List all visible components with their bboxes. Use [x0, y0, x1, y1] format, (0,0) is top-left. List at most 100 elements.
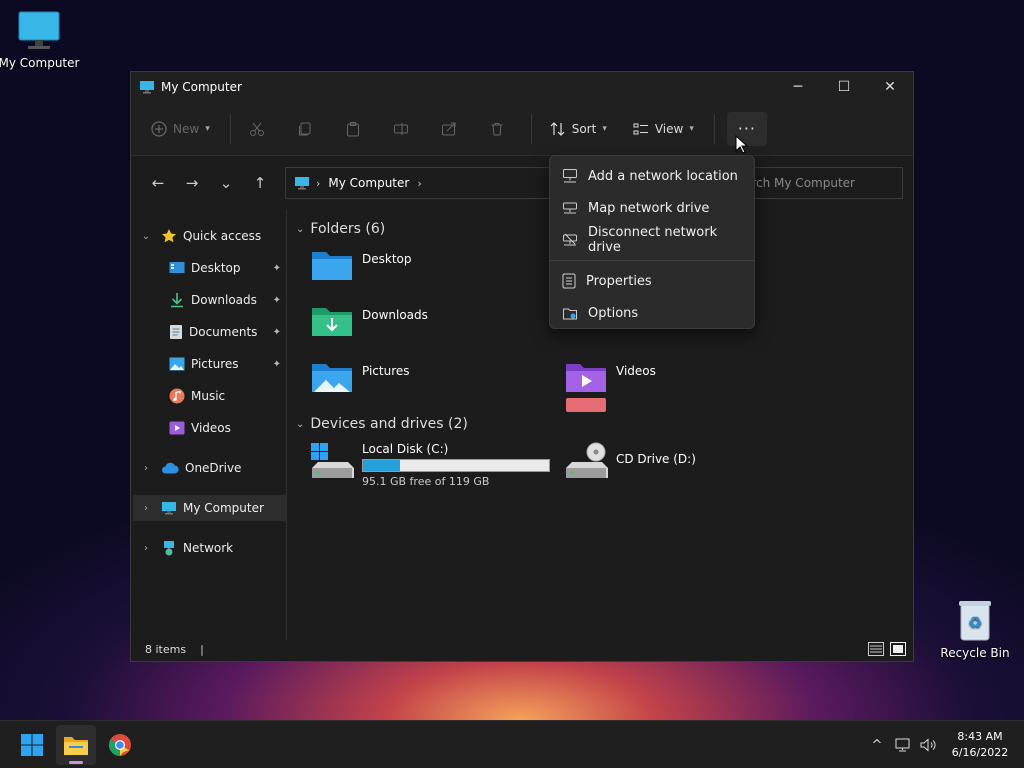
clock-date: 6/16/2022: [951, 746, 1009, 759]
chevron-down-icon[interactable]: ⌄: [296, 419, 304, 430]
sidebar-item-network[interactable]: › Network: [133, 535, 287, 561]
volume-icon[interactable]: [916, 738, 942, 752]
back-button[interactable]: ←: [143, 168, 173, 198]
maximize-button[interactable]: ☐: [821, 72, 867, 102]
drive-local-disk-c[interactable]: Local Disk (C:) 95.1 GB free of 119 GB: [310, 442, 550, 488]
chevron-right-icon[interactable]: ›: [139, 463, 153, 474]
folder-label: Desktop: [362, 252, 412, 266]
properties-icon: [562, 273, 576, 289]
new-button[interactable]: New ▾: [145, 112, 216, 146]
sidebar-item-onedrive[interactable]: › OneDrive: [133, 455, 287, 481]
sort-label: Sort: [571, 121, 597, 136]
sidebar-item-pictures[interactable]: Pictures ✦: [133, 351, 287, 377]
videos-folder-icon: [566, 364, 606, 392]
menu-divider: [550, 260, 754, 261]
details-view-button[interactable]: [867, 641, 885, 657]
forward-button[interactable]: →: [177, 168, 207, 198]
folder-music-partial[interactable]: [564, 398, 608, 412]
downloads-folder-icon: [312, 308, 352, 336]
folder-label: Pictures: [362, 364, 410, 378]
show-hidden-icons-button[interactable]: ^: [864, 738, 890, 753]
menu-item-label: Options: [588, 305, 639, 321]
recent-locations-button[interactable]: ⌄: [211, 168, 241, 198]
disconnect-drive-icon: [562, 233, 577, 246]
folder-desktop[interactable]: Desktop: [310, 246, 412, 282]
folder-videos[interactable]: Videos: [564, 358, 656, 394]
sidebar-item-downloads[interactable]: Downloads ✦: [133, 287, 287, 313]
folder-downloads[interactable]: Downloads: [310, 302, 428, 338]
menu-item-label: Add a network location: [588, 168, 738, 184]
group-title: Devices and drives (2): [310, 416, 468, 432]
speaker-icon: [920, 738, 936, 752]
up-button[interactable]: ↑: [245, 168, 275, 198]
map-drive-icon: [563, 202, 577, 214]
sidebar-item-music[interactable]: Music: [133, 383, 287, 409]
monitor-icon: [162, 502, 176, 515]
folder-pictures[interactable]: Pictures: [310, 358, 410, 394]
paste-button[interactable]: [339, 112, 373, 146]
windows-logo-icon: [21, 733, 43, 756]
sidebar-item-label: Documents: [189, 325, 258, 339]
sidebar-item-label: Quick access: [183, 229, 262, 243]
desktop-icon-my-computer[interactable]: My Computer: [0, 10, 81, 70]
taskbar-file-explorer[interactable]: [56, 724, 96, 765]
network-status-icon[interactable]: [890, 738, 916, 752]
breadcrumb-my-computer[interactable]: My Computer: [328, 176, 409, 190]
chevron-right-icon[interactable]: ›: [139, 543, 153, 554]
breadcrumb-separator[interactable]: ›: [417, 177, 421, 190]
clock[interactable]: 8:43 AM 6/16/2022: [942, 729, 1018, 761]
taskbar: ^ 8:43 AM 6/16/2022: [0, 720, 1024, 768]
star-icon: [162, 229, 176, 243]
menu-item-map-network-drive[interactable]: Map network drive: [550, 192, 754, 224]
copy-button[interactable]: [291, 112, 325, 146]
start-button[interactable]: [12, 725, 52, 765]
menu-item-options[interactable]: Options: [550, 297, 754, 329]
menu-item-add-network-location[interactable]: Add a network location: [550, 160, 754, 192]
minimize-button[interactable]: ─: [775, 72, 821, 102]
group-title: Folders (6): [310, 221, 386, 237]
large-icons-view-icon: [890, 642, 906, 656]
sidebar-item-my-computer[interactable]: › My Computer: [133, 495, 287, 521]
music-folder-icon: [566, 398, 606, 412]
explorer-window: My Computer ─ ☐ ✕ New ▾ Sort ▾ View ▾ ··…: [130, 71, 914, 662]
windows-drive-icon: [311, 443, 354, 478]
sidebar-item-quick-access[interactable]: ⌄ Quick access: [133, 223, 287, 249]
menu-item-label: Disconnect network drive: [587, 225, 718, 255]
drive-cd-d[interactable]: CD Drive (D:): [564, 442, 696, 480]
close-button[interactable]: ✕: [867, 72, 913, 102]
svg-text:♻: ♻: [968, 613, 982, 632]
share-button[interactable]: [435, 112, 469, 146]
sort-button[interactable]: Sort ▾: [544, 112, 613, 146]
details-view-icon: [868, 642, 884, 656]
sidebar-item-desktop[interactable]: Desktop ✦: [133, 255, 287, 281]
view-button[interactable]: View ▾: [627, 112, 700, 146]
sidebar-item-documents[interactable]: Documents ✦: [133, 319, 287, 345]
desktop-icon-recycle-bin[interactable]: ♻ Recycle Bin: [933, 598, 1017, 660]
large-icons-view-button[interactable]: [889, 641, 907, 657]
desktop-folder-icon: [312, 252, 352, 280]
document-icon: [170, 325, 182, 339]
folder-label: Downloads: [362, 308, 428, 322]
clock-time: 8:43 AM: [957, 730, 1003, 743]
menu-item-label: Map network drive: [588, 200, 710, 216]
rename-button[interactable]: [387, 112, 421, 146]
network-icon: [164, 541, 174, 556]
chevron-down-icon[interactable]: ⌄: [139, 231, 153, 242]
menu-item-properties[interactable]: Properties: [550, 265, 754, 297]
download-icon: [171, 293, 183, 308]
menu-item-disconnect-network-drive[interactable]: Disconnect network drive: [550, 224, 754, 256]
taskbar-chrome[interactable]: [100, 725, 140, 765]
folders-group-header[interactable]: ⌄ Folders (6): [296, 221, 385, 237]
delete-button[interactable]: [483, 112, 517, 146]
system-tray: ^ 8:43 AM 6/16/2022: [864, 721, 1024, 768]
chevron-down-icon[interactable]: ⌄: [296, 224, 304, 235]
sidebar-item-videos[interactable]: Videos: [133, 415, 287, 441]
recycle-bin-icon: ♻: [959, 601, 991, 641]
drives-group-header[interactable]: ⌄ Devices and drives (2): [296, 416, 468, 432]
cut-button[interactable]: [243, 112, 277, 146]
breadcrumb-separator[interactable]: ›: [316, 177, 320, 190]
cd-drive-icon: [566, 442, 608, 478]
title-bar[interactable]: My Computer ─ ☐ ✕: [131, 72, 913, 102]
chevron-right-icon[interactable]: ›: [139, 503, 153, 514]
drive-usage-fill: [363, 460, 401, 471]
